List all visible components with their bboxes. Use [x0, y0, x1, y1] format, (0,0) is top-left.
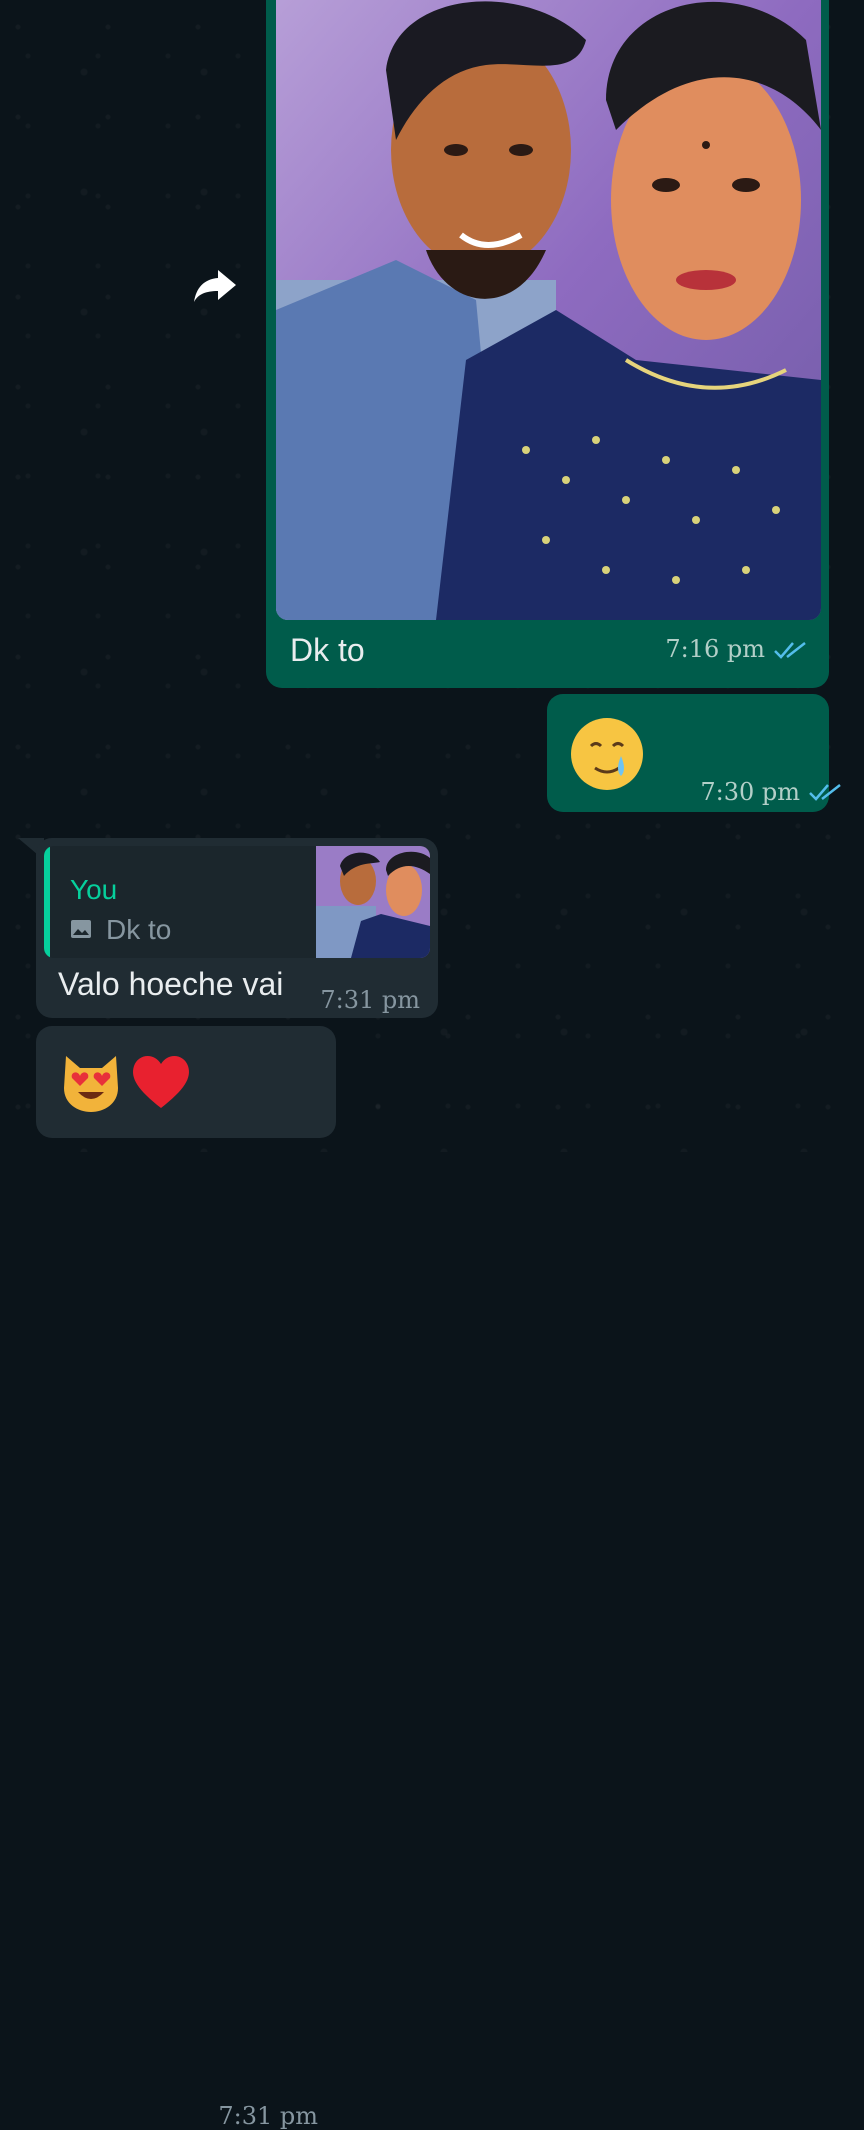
emoji-message-bubble[interactable]: 7:31 pm — [36, 1026, 336, 2130]
message-time: 7:31 pm — [320, 986, 420, 1014]
message-text: Valo hoeche vai — [58, 966, 284, 1002]
double-check-icon — [809, 784, 841, 801]
shared-photo[interactable] — [276, 0, 821, 620]
quote-accent-bar — [44, 846, 50, 958]
quote-author: You — [70, 874, 118, 905]
photo-message-bubble[interactable]: Dk to 7:16 pm — [266, 0, 829, 688]
emoji-content — [58, 1048, 194, 1114]
message-time: 7:30 pm — [700, 778, 800, 806]
quote-text: Dk to — [106, 914, 172, 945]
image-icon — [71, 920, 91, 938]
quoted-message[interactable]: You Dk to — [44, 846, 430, 958]
quote-thumbnail — [316, 846, 430, 958]
photo-caption: Dk to — [290, 632, 365, 668]
forward-icon[interactable] — [192, 268, 238, 304]
smile-tear-emoji — [569, 716, 645, 797]
message-time: 7:16 pm — [665, 635, 765, 663]
double-check-icon — [774, 642, 806, 659]
red-heart-emoji — [133, 1055, 189, 1108]
message-time: 7:31 pm — [218, 2102, 318, 2130]
reply-message-bubble[interactable]: You Dk to Valo hoeche vai 7:31 pm — [36, 838, 438, 1018]
heart-eyes-cat-emoji — [64, 1056, 118, 1112]
